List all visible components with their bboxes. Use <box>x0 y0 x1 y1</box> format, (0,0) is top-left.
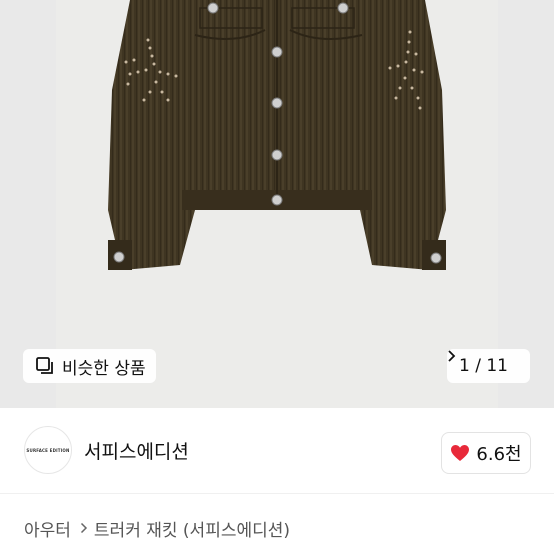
shop-name[interactable]: 서피스에디션 <box>84 437 189 464</box>
breadcrumb-category[interactable]: 아우터 <box>24 516 71 541</box>
similar-products-button[interactable]: 비슷한 상품 <box>23 349 156 383</box>
image-counter: 1 / 11 <box>459 356 508 376</box>
similar-items-icon <box>35 356 55 376</box>
similar-products-label: 비슷한 상품 <box>62 358 146 379</box>
heart-icon <box>450 444 470 462</box>
shop-avatar[interactable]: SURFACE EDITION <box>24 426 72 474</box>
image-counter-button[interactable]: 1 / 11 <box>447 349 530 383</box>
shop-logo-text: SURFACE EDITION <box>26 447 70 453</box>
breadcrumb: 아우터 트러커 재킷 (서피스에디션) <box>24 516 290 541</box>
breadcrumb-subcategory[interactable]: 트러커 재킷 (서피스에디션) <box>94 516 290 541</box>
jacket-illustration <box>108 0 446 270</box>
shop-info-row[interactable]: SURFACE EDITION 서피스에디션 6.6천 <box>0 408 554 494</box>
like-button[interactable]: 6.6천 <box>441 432 531 474</box>
chevron-right-icon <box>80 520 88 538</box>
like-count: 6.6천 <box>476 444 522 465</box>
product-image-gallery[interactable]: 비슷한 상품 1 / 11 <box>0 0 554 408</box>
